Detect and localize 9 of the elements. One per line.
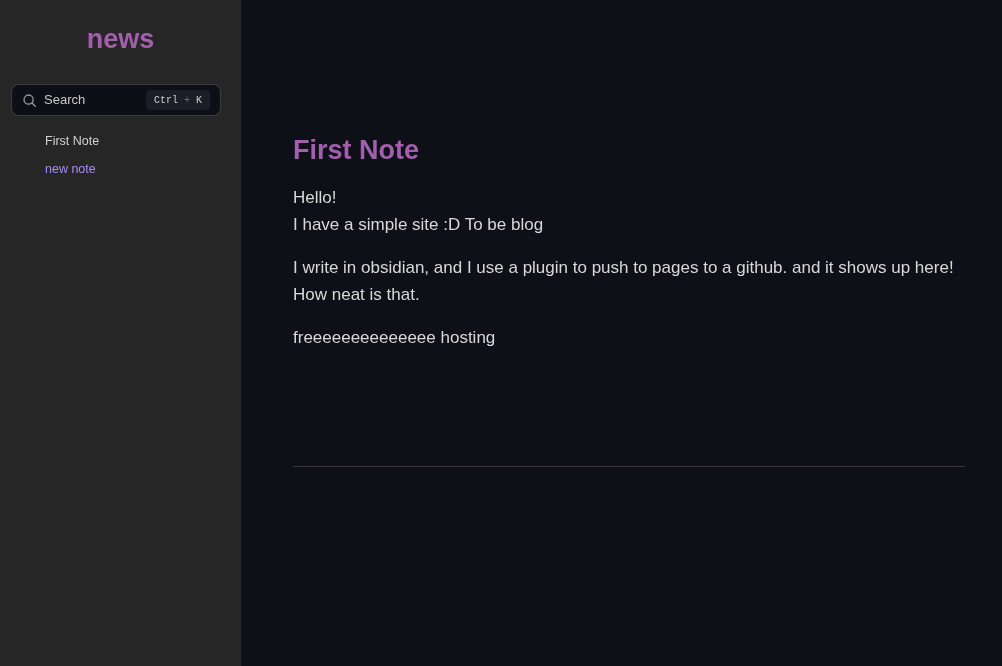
nav-link[interactable]: new note [45, 160, 96, 179]
paragraph: Hello! I have a simple site :D To be blog [293, 187, 544, 236]
search-icon [23, 93, 36, 107]
nav-link[interactable]: First Note [45, 132, 100, 151]
note-title: First Note [293, 134, 419, 167]
paragraph: freeeeeeeeeeeeee hosting [293, 327, 496, 349]
paragraph: I write in obsidian, and I use a plugin to push to pages to a github. and it shows up here! How neat is that. [293, 257, 954, 306]
search-button[interactable]: Search Ctrl + K [11, 84, 221, 116]
keyboard-shortcut: Ctrl + K [145, 90, 210, 110]
